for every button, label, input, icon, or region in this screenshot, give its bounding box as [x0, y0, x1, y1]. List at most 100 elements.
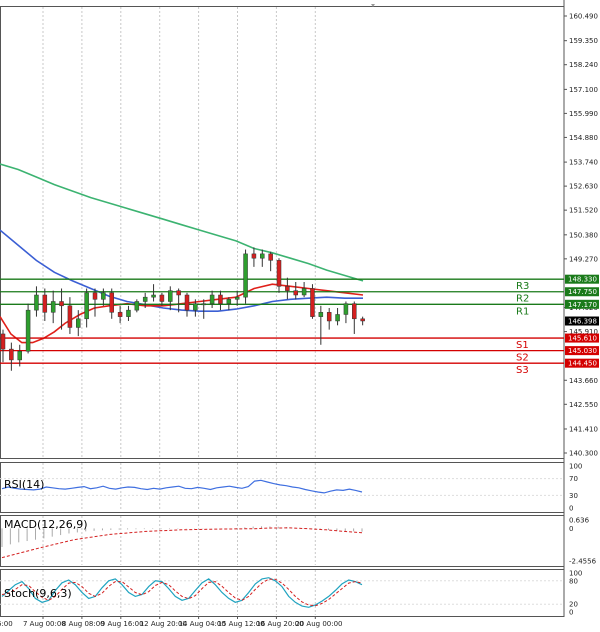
candle-body[interactable]	[159, 294, 165, 302]
candle-body[interactable]	[50, 301, 56, 313]
candle-body[interactable]	[117, 312, 123, 317]
macd-tick-label: 0.636	[569, 517, 590, 525]
candle-body[interactable]	[101, 292, 106, 300]
price-tick-label: 158.240	[569, 61, 598, 69]
time-axis-label: 7 Aug 00:00	[23, 620, 66, 628]
candle-body[interactable]	[243, 253, 248, 298]
rsi-line	[1, 479, 363, 494]
candle-body[interactable]	[326, 312, 332, 322]
macd-label: MACD(12,26,9)	[4, 518, 88, 531]
candle-body[interactable]	[310, 288, 315, 317]
rsi-tick-label: 70	[569, 475, 578, 483]
candle-body[interactable]	[193, 303, 198, 311]
stoch-tick-label: 100	[569, 570, 582, 578]
candle-body[interactable]	[268, 253, 273, 261]
price-tick-label: 153.740	[569, 159, 598, 167]
level-tag-value-r1: 147.170	[568, 301, 597, 309]
candle-body[interactable]	[59, 301, 64, 307]
candle-body[interactable]	[0, 333, 6, 350]
candle-body[interactable]	[285, 286, 290, 291]
level-tag-value-r3: 148.330	[568, 276, 597, 284]
price-tick-label: 157.100	[569, 86, 598, 94]
price-tick-label: 150.380	[569, 231, 598, 239]
rsi-label: RSI(14)	[4, 478, 44, 491]
candle-body[interactable]	[126, 309, 131, 317]
level-name-r2: R2	[516, 294, 529, 305]
candle-body[interactable]	[17, 351, 22, 361]
macd-signal-line	[1, 527, 363, 559]
candle-body[interactable]	[209, 294, 215, 304]
panel-frame-3	[0, 569, 565, 617]
price-tick-label: 149.270	[569, 255, 598, 263]
price-tick-label: 140.300	[569, 450, 598, 458]
time-axis-label-partial: 6:00	[0, 620, 13, 628]
ma-mid-line	[0, 229, 363, 312]
candle-body[interactable]	[260, 253, 265, 259]
rsi-tick-label: 30	[569, 492, 578, 500]
candle-body[interactable]	[84, 292, 89, 320]
price-tick-label: 160.490	[569, 13, 598, 21]
candle-body[interactable]	[218, 294, 223, 304]
stoch-tick-label: 20	[569, 601, 578, 609]
chart-canvas[interactable]: 160.490 159.350 158.240 157.100 155.990 154.8…	[0, 0, 600, 632]
level-tag-value-r2: 147.750	[568, 288, 597, 296]
candle-body[interactable]	[276, 260, 282, 287]
candle-body[interactable]	[234, 296, 240, 300]
candle-body[interactable]	[109, 292, 114, 313]
price-tick-label: 142.550	[569, 401, 598, 409]
level-tag-value-s1: 145.610	[568, 335, 597, 343]
time-axis-label: 9 Aug 16:00	[101, 620, 144, 628]
candle-body[interactable]	[9, 348, 14, 361]
candle-body[interactable]	[335, 314, 340, 322]
candle-body[interactable]	[134, 301, 140, 311]
trading-chart[interactable]: 160.490 159.350 158.240 157.100 155.990 154.8…	[0, 0, 600, 632]
price-tick-label: 151.520	[569, 207, 598, 215]
candle-body[interactable]	[176, 290, 181, 296]
price-tick-label: 141.410	[569, 425, 598, 433]
level-tag-value-s2: 145.030	[568, 347, 597, 355]
candle-body[interactable]	[151, 294, 156, 298]
candle-body[interactable]	[318, 312, 324, 317]
level-name-s1: S1	[516, 340, 529, 351]
candle-body[interactable]	[25, 309, 31, 352]
candle-body[interactable]	[142, 296, 148, 302]
candle-body[interactable]	[184, 294, 190, 311]
ma-fast-line	[0, 283, 364, 344]
candle-body[interactable]	[76, 318, 81, 328]
candle-body[interactable]	[293, 290, 298, 296]
time-axis-label: 8 Aug 08:00	[62, 620, 105, 628]
candle-body[interactable]	[352, 303, 357, 320]
price-tick-label: 152.630	[569, 183, 598, 191]
rsi-tick-label: 0	[569, 505, 573, 513]
level-name-s2: S2	[516, 353, 529, 364]
macd-tick-label: -2.4556	[569, 558, 597, 566]
stoch-tick-label: 0	[569, 609, 573, 617]
candle-body[interactable]	[251, 253, 257, 259]
stoch-label: Stoch(9,6,3)	[4, 587, 72, 600]
price-tick-label: 143.660	[569, 377, 598, 385]
price-tick-label: 159.350	[569, 37, 598, 45]
candle-body[interactable]	[360, 318, 365, 322]
level-tag-value-s3: 144.450	[568, 360, 597, 368]
candle-body[interactable]	[168, 290, 173, 302]
candle-body[interactable]	[67, 305, 73, 328]
panel-frame-0	[0, 6, 565, 459]
candle-body[interactable]	[34, 294, 39, 311]
time-axis-label: 20 Aug 00:00	[295, 620, 342, 628]
candle-body[interactable]	[42, 294, 48, 313]
level-name-r1: R1	[516, 306, 529, 317]
current-price-value: 146.398	[568, 318, 597, 326]
level-name-r3: R3	[516, 281, 529, 292]
level-name-s3: S3	[516, 365, 529, 376]
price-tick-label: 154.880	[569, 134, 598, 142]
ma-slow-line	[0, 163, 364, 282]
candle-body[interactable]	[92, 292, 98, 300]
candle-body[interactable]	[301, 288, 307, 296]
macd-tick-label: 0	[569, 525, 573, 533]
rsi-tick-label: 100	[569, 463, 582, 471]
candle-body[interactable]	[343, 303, 349, 315]
candle-body[interactable]	[201, 303, 206, 306]
stoch-tick-label: 80	[569, 577, 578, 585]
candle-body[interactable]	[226, 299, 232, 304]
price-tick-label: 155.990	[569, 110, 598, 118]
